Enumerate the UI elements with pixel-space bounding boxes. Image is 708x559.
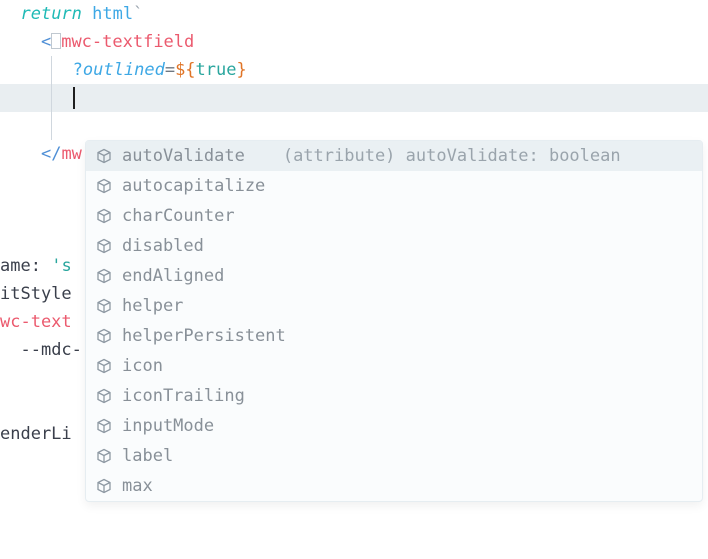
peek-string: 's	[51, 252, 71, 280]
autocomplete-item[interactable]: inputMode	[86, 411, 702, 441]
field-icon	[96, 478, 112, 494]
autocomplete-label: iconTrailing	[122, 382, 245, 410]
autocomplete-label: helper	[122, 292, 183, 320]
boolean-true: true	[196, 56, 237, 84]
autocomplete-item[interactable]: helper	[86, 291, 702, 321]
autocomplete-item[interactable]: autocapitalize	[86, 171, 702, 201]
autocomplete-label: autocapitalize	[122, 172, 265, 200]
backtick: `	[133, 0, 143, 28]
field-icon	[96, 448, 112, 464]
field-icon	[96, 268, 112, 284]
text-cursor	[73, 87, 75, 109]
peek-key: ame	[0, 252, 31, 280]
autocomplete-label: endAligned	[122, 262, 224, 290]
equals-sign: =	[165, 56, 175, 84]
autocomplete-label: max	[122, 472, 153, 500]
autocomplete-item[interactable]: label	[86, 441, 702, 471]
closing-tag-partial: mw	[61, 140, 81, 168]
peek-fn-name: enderLi	[0, 420, 72, 448]
autocomplete-item[interactable]: max	[86, 471, 702, 501]
colon: :	[31, 252, 51, 280]
autocomplete-item[interactable]: charCounter	[86, 201, 702, 231]
autocomplete-item[interactable]: helperPersistent	[86, 321, 702, 351]
field-icon	[96, 418, 112, 434]
autocomplete-label: charCounter	[122, 202, 235, 230]
field-icon	[96, 298, 112, 314]
tagged-template-html: html	[92, 0, 133, 28]
hint-name: autoValidate	[406, 146, 529, 166]
field-icon	[96, 388, 112, 404]
autocomplete-label: helperPersistent	[122, 322, 286, 350]
code-line-2: < mwc-textfield	[0, 28, 708, 56]
peek-tag: wc-text	[0, 308, 72, 336]
keyword-return: return	[20, 0, 81, 28]
peek-cssvar: --mdc-	[20, 336, 81, 364]
autocomplete-item[interactable]: endAligned	[86, 261, 702, 291]
field-icon	[96, 148, 112, 164]
code-line-1: return html`	[0, 0, 708, 28]
autocomplete-label: autoValidate	[122, 142, 245, 170]
autocomplete-label: icon	[122, 352, 163, 380]
code-line-5	[0, 112, 708, 140]
field-icon	[96, 238, 112, 254]
field-icon	[96, 358, 112, 374]
active-line[interactable]	[0, 84, 708, 112]
autocomplete-hint: (attribute) autoValidate: boolean	[283, 142, 621, 170]
template-expr-open: ${	[175, 56, 195, 84]
angle-open: <	[41, 28, 51, 56]
code-line-3: ?outlined=${true}	[0, 56, 708, 84]
hint-prefix: (attribute)	[283, 146, 406, 166]
autocomplete-item[interactable]: disabled	[86, 231, 702, 261]
peek-text: itStyle	[0, 280, 72, 308]
field-icon	[96, 178, 112, 194]
autocomplete-label: inputMode	[122, 412, 214, 440]
autocomplete-label: label	[122, 442, 173, 470]
field-icon	[96, 328, 112, 344]
hint-type: : boolean	[528, 146, 620, 166]
template-expr-close: }	[237, 56, 247, 84]
autocomplete-item[interactable]: iconTrailing	[86, 381, 702, 411]
fold-marker[interactable]	[51, 33, 61, 49]
autocomplete-item[interactable]: icon	[86, 351, 702, 381]
field-icon	[96, 208, 112, 224]
autocomplete-popup[interactable]: autoValidate (attribute) autoValidate: b…	[85, 140, 703, 502]
tag-name: mwc-textfield	[61, 28, 194, 56]
angle-close-open: </	[41, 140, 61, 168]
attr-prefix-question: ?	[73, 56, 83, 84]
attr-name: outlined	[83, 56, 165, 84]
autocomplete-label: disabled	[122, 232, 204, 260]
autocomplete-item-selected[interactable]: autoValidate (attribute) autoValidate: b…	[86, 141, 702, 171]
